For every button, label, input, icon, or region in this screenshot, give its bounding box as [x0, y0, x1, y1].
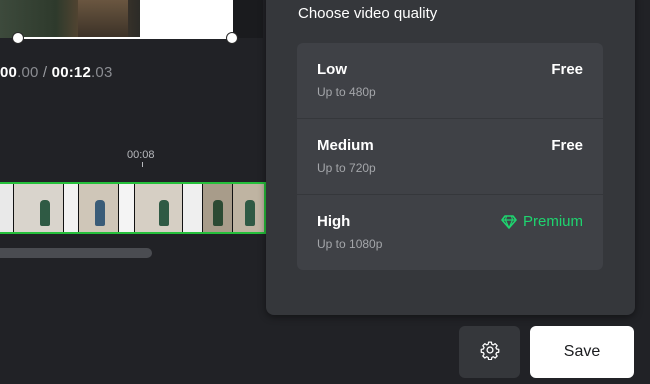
film-thumbnail: [14, 184, 64, 232]
quality-option-name: High: [317, 213, 351, 230]
video-preview: [0, 0, 263, 38]
video-quality-panel: Choose video quality Low Up to 480p Free…: [266, 0, 635, 315]
settings-button[interactable]: [459, 326, 520, 378]
ruler-time-label: 00:08: [127, 149, 155, 161]
panel-title: Choose video quality: [298, 5, 438, 22]
film-thumbnail: [135, 184, 183, 232]
quality-option-resolution: Up to 480p: [317, 85, 376, 99]
film-thumbnail: [0, 184, 14, 232]
video-frame-detail: [78, 0, 128, 38]
quality-options-list: Low Up to 480p Free Medium Up to 720p Fr…: [297, 43, 603, 270]
gear-icon: [480, 340, 500, 365]
crop-border-bottom: [18, 37, 232, 39]
time-separator: /: [38, 64, 52, 81]
quality-option-medium[interactable]: Medium Up to 720p Free: [297, 119, 603, 195]
quality-option-high[interactable]: High Up to 1080p Premium: [297, 195, 603, 270]
film-thumbnail: [79, 184, 119, 232]
film-thumbnail: [233, 184, 264, 232]
quality-option-tier: Premium: [522, 213, 583, 230]
diamond-icon: [501, 214, 517, 230]
quality-option-tier: Free: [551, 137, 583, 154]
save-button[interactable]: Save: [530, 326, 634, 378]
current-time-fraction: .00: [17, 64, 39, 81]
timeline-scrollbar-thumb[interactable]: [0, 248, 152, 258]
quality-option-low[interactable]: Low Up to 480p Free: [297, 43, 603, 119]
film-thumbnail: [64, 184, 79, 232]
playback-time: 00.00 / 00:12.03: [0, 64, 112, 81]
premium-badge: Premium: [501, 213, 583, 230]
film-thumbnail: [203, 184, 233, 232]
crop-handle-bottom-right[interactable]: [226, 32, 238, 44]
film-thumbnail: [119, 184, 135, 232]
video-frame-light-region: [140, 0, 232, 38]
ruler-tick: [142, 162, 143, 167]
quality-option-name: Low: [317, 61, 347, 78]
total-time-fraction: .03: [91, 64, 113, 81]
crop-handle-bottom-left[interactable]: [12, 32, 24, 44]
quality-option-name: Medium: [317, 137, 374, 154]
film-thumbnail: [183, 184, 203, 232]
quality-option-resolution: Up to 1080p: [317, 237, 383, 251]
quality-option-resolution: Up to 720p: [317, 161, 376, 175]
total-time-main: 00:12: [51, 64, 92, 81]
video-filmstrip[interactable]: [0, 182, 266, 234]
quality-option-tier: Free: [551, 61, 583, 78]
current-time-main: 00: [0, 64, 18, 81]
